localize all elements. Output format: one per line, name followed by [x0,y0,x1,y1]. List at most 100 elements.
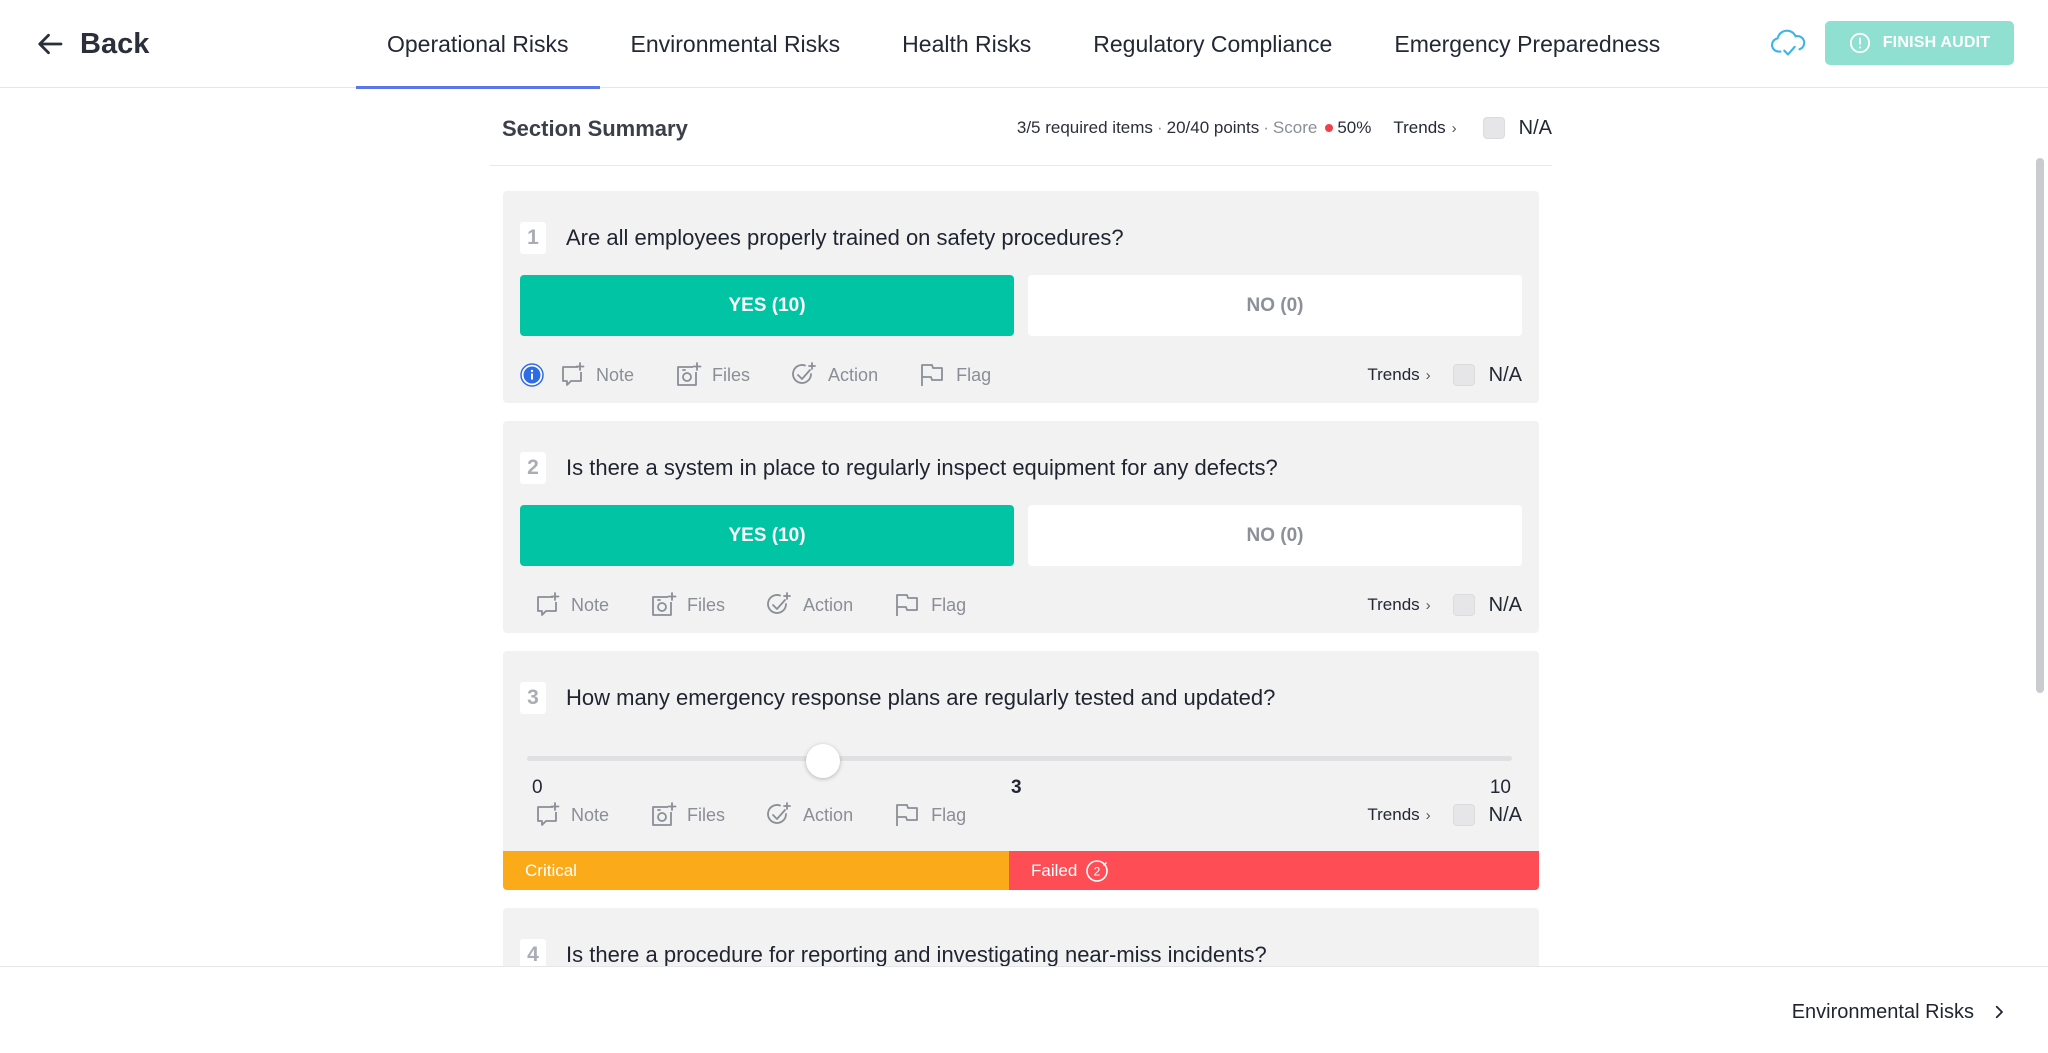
question-number: 2 [520,452,546,484]
question-tools: Note Files Action Flag [520,359,1031,391]
flag-button[interactable]: Flag [918,361,991,389]
failed-badge[interactable]: Failed 2 [1009,851,1539,890]
na-checkbox[interactable] [1452,594,1475,616]
question-tools: Note Files Action Flag [533,589,1006,621]
question-na-toggle: N/A [1452,364,1522,387]
score-status-dot [1325,124,1334,132]
bottom-bar: Environmental Risks [0,966,2048,1053]
flag-icon [896,594,918,616]
flag-button[interactable]: Flag [893,591,966,619]
critical-badge: Critical [503,851,1009,890]
add-photo-icon [652,802,677,826]
question-card: 3 How many emergency response plans are … [503,651,1539,890]
slider-value-label: 3 [1011,777,1022,798]
summary-stats: 3/5 required items · 20/40 points · Scor… [1016,116,1552,140]
note-button[interactable]: Note [558,361,634,389]
alert-circle-icon [1849,32,1870,54]
finish-audit-button[interactable]: FINISH AUDIT [1825,21,2014,65]
back-button[interactable]: Back [36,22,149,66]
no-answer-button[interactable]: NO (0) [1028,505,1522,566]
top-bar: Back Operational Risks Environmental Ris… [0,0,2048,89]
info-icon[interactable] [520,363,544,387]
na-checkbox[interactable] [1452,364,1475,386]
flag-icon [921,364,943,386]
required-items: 3/5 required items [1016,118,1153,137]
audit-content: Section Summary 3/5 required items · 20/… [0,88,2048,966]
na-checkbox[interactable] [1452,804,1475,826]
score-slider[interactable] [527,744,1512,778]
tab-regulatory-compliance[interactable]: Regulatory Compliance [1062,0,1363,88]
na-checkbox[interactable] [1482,117,1505,139]
question-text: Is there a procedure for reporting and i… [566,942,1267,966]
next-section-button[interactable]: Environmental Risks [1792,997,2008,1027]
question-text: How many emergency response plans are re… [566,685,1276,710]
note-add-icon [537,802,560,826]
slider-min-label: 0 [532,777,543,798]
question-number: 1 [520,222,546,254]
tab-health-risks[interactable]: Health Risks [871,0,1062,88]
cloud-sync-icon[interactable] [1770,28,1808,60]
question-number: 3 [520,682,546,714]
na-label: N/A [1518,116,1552,139]
chevron-right-icon: › [1425,806,1431,824]
back-label: Back [80,27,150,60]
note-button[interactable]: Note [533,591,609,619]
section-tabs: Operational Risks Environmental Risks He… [356,0,1691,89]
question-trends-link[interactable]: Trends › [1367,595,1430,615]
tab-emergency-preparedness[interactable]: Emergency Preparedness [1363,0,1691,88]
question-trends-link[interactable]: Trends › [1367,805,1430,825]
flag-button[interactable]: Flag [893,801,966,829]
tab-operational-risks[interactable]: Operational Risks [356,0,600,89]
finish-audit-label: FINISH AUDIT [1882,34,1991,51]
next-section-label: Environmental Risks [1791,1000,1974,1023]
section-summary: Section Summary 3/5 required items · 20/… [490,88,1552,166]
summary-na-toggle: N/A [1482,116,1552,140]
failed-count: 2 [1094,864,1101,878]
trends-label: Trends [1393,118,1446,137]
scrollbar[interactable] [2036,158,2044,693]
yes-answer-button[interactable]: YES (10) [520,505,1014,566]
question-na-toggle: N/A [1452,594,1522,617]
files-button[interactable]: Files [674,361,750,389]
action-button[interactable]: Action [765,801,853,829]
no-answer-button[interactable]: NO (0) [1028,275,1522,336]
add-task-icon [792,362,816,384]
note-button[interactable]: Note [533,801,609,829]
arrow-left-icon [38,33,63,55]
files-button[interactable]: Files [649,591,725,619]
slider-thumb[interactable] [805,744,840,778]
question-text: Are all employees properly trained on sa… [566,225,1124,250]
question-status-bar: Critical Failed 2 [503,851,1539,890]
question-tools: Note Files Action Flag [533,799,1006,831]
slider-track[interactable] [527,756,1512,761]
points: 20/40 points [1166,118,1260,137]
note-add-icon [562,362,585,386]
chevron-right-icon: › [1425,366,1431,384]
question-trends-link[interactable]: Trends › [1367,365,1430,385]
note-add-icon [537,592,560,616]
tab-environmental-risks[interactable]: Environmental Risks [600,0,872,88]
files-button[interactable]: Files [649,801,725,829]
yes-answer-button[interactable]: YES (10) [520,275,1014,336]
add-photo-icon [652,592,677,616]
score-value: 50% [1337,118,1372,137]
question-na-toggle: N/A [1452,804,1522,827]
chevron-right-icon: › [1451,119,1457,137]
question-text: Is there a system in place to regularly … [566,455,1278,480]
section-summary-title: Section Summary [502,116,688,141]
add-task-icon [767,802,791,824]
action-button[interactable]: Action [790,361,878,389]
slider-max-label: 10 [1489,777,1511,798]
chevron-right-icon: › [1425,596,1431,614]
question-number: 4 [520,939,546,966]
question-card: 4 Is there a procedure for reporting and… [503,908,1539,966]
score-label: Score [1272,118,1318,137]
add-photo-icon [677,362,702,386]
chevron-right-icon [1995,1005,2003,1019]
summary-trends-link[interactable]: Trends › [1393,118,1456,138]
failed-count-icon: 2 [1086,859,1109,882]
action-button[interactable]: Action [765,591,853,619]
add-task-icon [767,592,791,614]
flag-icon [896,804,918,826]
question-card: 1 Are all employees properly trained on … [503,191,1539,403]
